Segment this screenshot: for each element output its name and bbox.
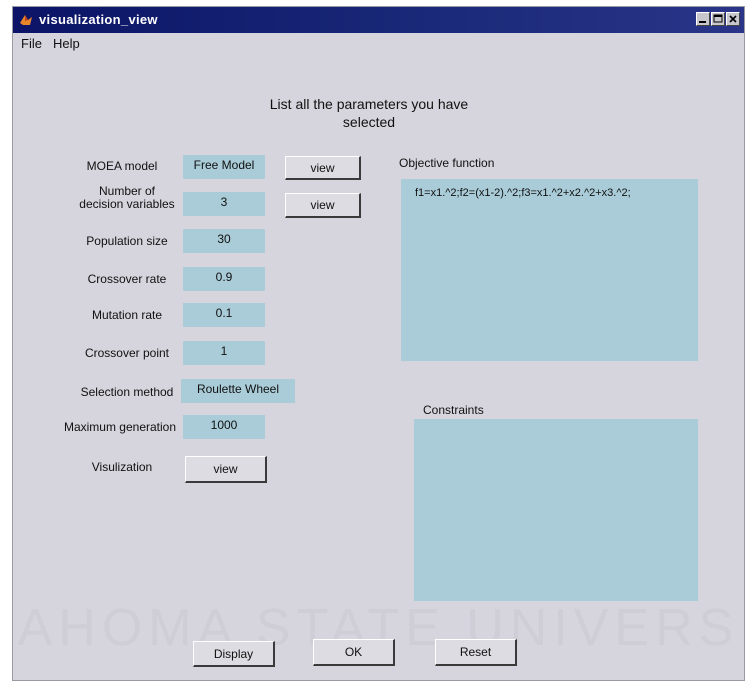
population-label: Population size — [86, 234, 168, 248]
maximize-button[interactable] — [711, 12, 725, 26]
window-controls — [696, 12, 740, 26]
max-generation-field: 1000 — [183, 415, 265, 439]
moea-model-field: Free Model — [183, 155, 265, 179]
num-vars-view-button[interactable]: view — [285, 193, 361, 218]
crossover-point-label: Crossover point — [84, 346, 170, 360]
menu-bar: File Help — [13, 34, 744, 54]
maximize-icon — [713, 14, 723, 23]
crossover-rate-label: Crossover rate — [87, 272, 167, 286]
menu-file[interactable]: File — [21, 36, 42, 51]
num-vars-label: Number of decision variables — [67, 185, 187, 211]
menu-help[interactable]: Help — [53, 36, 80, 51]
constraints-box[interactable] — [414, 419, 698, 601]
mutation-rate-label: Mutation rate — [91, 308, 163, 322]
visualization-view-button[interactable]: view — [185, 456, 267, 483]
crossover-point-field: 1 — [183, 341, 265, 365]
page-heading: List all the parameters you have selecte… — [249, 95, 489, 131]
moea-model-label: MOEA model — [86, 159, 158, 173]
title-bar[interactable]: visualization_view — [13, 7, 744, 33]
window-title: visualization_view — [39, 12, 158, 27]
menu-file-label: File — [21, 36, 42, 51]
objective-function-box[interactable]: f1=x1.^2;f2=(x1-2).^2;f3=x1.^2+x2.^2+x3.… — [401, 179, 698, 361]
num-vars-field: 3 — [183, 192, 265, 216]
mutation-rate-field: 0.1 — [183, 303, 265, 327]
objective-function-label: Objective function — [399, 156, 495, 170]
ok-button[interactable]: OK — [313, 639, 395, 666]
close-icon — [729, 15, 737, 23]
matlab-icon — [20, 15, 32, 25]
close-button[interactable] — [726, 12, 740, 26]
objective-function-text: f1=x1.^2;f2=(x1-2).^2;f3=x1.^2+x2.^2+x3.… — [415, 187, 631, 199]
heading-line-1: List all the parameters you have — [269, 96, 469, 112]
moea-model-view-button[interactable]: view — [285, 156, 361, 180]
population-field: 30 — [183, 229, 265, 253]
selection-method-field: Roulette Wheel — [181, 379, 295, 403]
visualization-label: Visulization — [91, 460, 153, 474]
constraints-label: Constraints — [423, 403, 484, 417]
minimize-icon — [699, 21, 706, 23]
reset-button[interactable]: Reset — [435, 639, 517, 666]
crossover-rate-field: 0.9 — [183, 267, 265, 291]
max-generation-label: Maximum generation — [63, 420, 177, 434]
menu-help-label: Help — [53, 36, 80, 51]
selection-method-label: Selection method — [80, 385, 174, 399]
heading-line-2: selected — [342, 114, 396, 130]
app-window: visualization_view File Help AHOMA STATE… — [12, 6, 745, 681]
display-button[interactable]: Display — [193, 641, 275, 667]
minimize-button[interactable] — [696, 12, 710, 26]
num-vars-label-line-2: decision variables — [79, 197, 175, 211]
